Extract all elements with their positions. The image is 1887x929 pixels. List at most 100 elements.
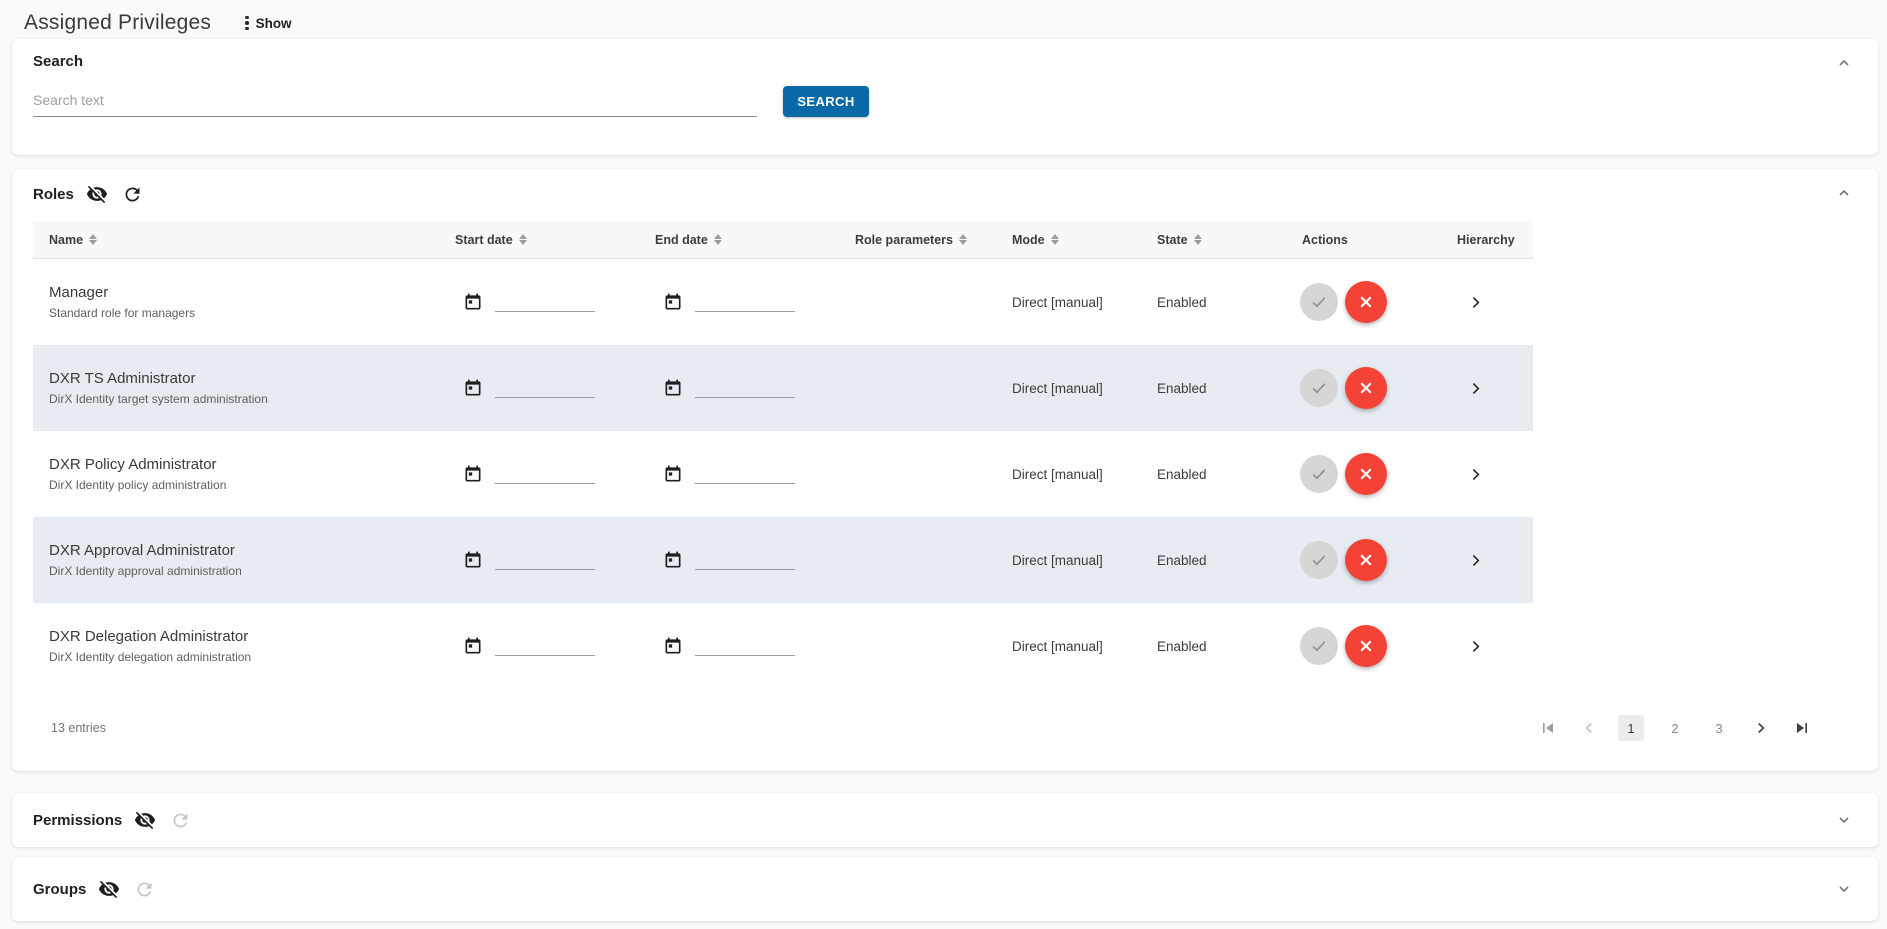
start-date-input[interactable] <box>495 378 595 398</box>
state-value: Enabled <box>1145 381 1290 396</box>
hierarchy-expand-button[interactable] <box>1465 636 1486 657</box>
start-date-input[interactable] <box>495 636 595 656</box>
start-date-picker-button[interactable] <box>461 378 485 398</box>
hierarchy-expand-button[interactable] <box>1465 464 1486 485</box>
check-icon <box>1309 378 1329 398</box>
end-date-input[interactable] <box>695 378 795 398</box>
first-page-button[interactable] <box>1536 716 1560 740</box>
roles-table: Name Start date End date Role parameters… <box>33 221 1533 689</box>
groups-collapse-button[interactable] <box>1832 877 1856 901</box>
end-date-picker-button[interactable] <box>661 378 685 398</box>
roles-hide-button[interactable] <box>84 183 110 205</box>
close-icon <box>1356 636 1376 656</box>
close-icon <box>1356 378 1376 398</box>
groups-section: Groups <box>12 857 1878 921</box>
start-date-picker-button[interactable] <box>461 292 485 312</box>
end-date-input[interactable] <box>695 464 795 484</box>
hierarchy-expand-button[interactable] <box>1465 292 1486 313</box>
check-icon <box>1309 464 1329 484</box>
permissions-collapse-button[interactable] <box>1832 808 1856 832</box>
start-date-input[interactable] <box>495 464 595 484</box>
role-description: DirX Identity approval administration <box>49 564 443 578</box>
previous-page-button[interactable] <box>1578 717 1600 739</box>
last-page-button[interactable] <box>1790 716 1814 740</box>
hierarchy-expand-button[interactable] <box>1465 378 1486 399</box>
close-icon <box>1356 550 1376 570</box>
groups-refresh-button[interactable] <box>132 879 157 900</box>
calendar-icon <box>663 378 683 398</box>
roles-section-title: Roles <box>33 186 74 203</box>
end-date-input[interactable] <box>695 292 795 312</box>
accept-button[interactable] <box>1300 455 1338 493</box>
hierarchy-expand-button[interactable] <box>1465 550 1486 571</box>
page-button-3[interactable]: 3 <box>1706 715 1732 741</box>
start-date-input[interactable] <box>495 550 595 570</box>
column-header-mode[interactable]: Mode <box>1000 233 1145 247</box>
table-row: DXR Policy Administrator DirX Identity p… <box>33 431 1533 517</box>
remove-button[interactable] <box>1345 539 1387 581</box>
close-icon <box>1356 464 1376 484</box>
column-header-role-parameters[interactable]: Role parameters <box>843 233 1000 247</box>
calendar-icon <box>463 550 483 570</box>
chevron-right-icon <box>1467 294 1484 311</box>
accept-button[interactable] <box>1300 541 1338 579</box>
column-header-name[interactable]: Name <box>33 233 443 247</box>
state-value: Enabled <box>1145 639 1290 654</box>
column-header-end-date[interactable]: End date <box>643 233 843 247</box>
roles-collapse-button[interactable] <box>1832 181 1856 205</box>
end-date-picker-button[interactable] <box>661 464 685 484</box>
roles-refresh-button[interactable] <box>120 184 145 205</box>
start-date-picker-button[interactable] <box>461 550 485 570</box>
entries-count: 13 entries <box>51 721 106 735</box>
end-date-picker-button[interactable] <box>661 636 685 656</box>
page-button-2[interactable]: 2 <box>1662 715 1688 741</box>
role-name: DXR Delegation Administrator <box>49 628 443 645</box>
end-date-picker-button[interactable] <box>661 550 685 570</box>
role-name: Manager <box>49 284 443 301</box>
end-date-picker-button[interactable] <box>661 292 685 312</box>
show-menu-button[interactable]: Show <box>245 16 292 31</box>
groups-hide-button[interactable] <box>96 878 122 900</box>
accept-button[interactable] <box>1300 627 1338 665</box>
show-menu-label: Show <box>256 16 292 31</box>
state-value: Enabled <box>1145 467 1290 482</box>
remove-button[interactable] <box>1345 625 1387 667</box>
calendar-icon <box>663 550 683 570</box>
roles-table-header: Name Start date End date Role parameters… <box>33 221 1533 259</box>
chevron-right-icon <box>1467 638 1484 655</box>
accept-button[interactable] <box>1300 369 1338 407</box>
check-icon <box>1309 636 1329 656</box>
role-description: DirX Identity target system administrati… <box>49 392 443 406</box>
start-date-picker-button[interactable] <box>461 636 485 656</box>
calendar-icon <box>463 292 483 312</box>
search-input[interactable] <box>33 86 757 117</box>
chevron-right-icon <box>1467 552 1484 569</box>
start-date-input[interactable] <box>495 292 595 312</box>
refresh-icon <box>122 184 143 205</box>
next-page-button[interactable] <box>1750 717 1772 739</box>
page-button-1[interactable]: 1 <box>1618 715 1644 741</box>
search-collapse-button[interactable] <box>1832 51 1856 75</box>
permissions-hide-button[interactable] <box>132 809 158 831</box>
permissions-refresh-button[interactable] <box>168 810 193 831</box>
chevron-up-icon <box>1836 185 1852 201</box>
calendar-icon <box>663 636 683 656</box>
groups-section-title: Groups <box>33 881 86 898</box>
end-date-input[interactable] <box>695 636 795 656</box>
sort-icon <box>519 234 527 245</box>
sort-icon <box>959 234 967 245</box>
remove-button[interactable] <box>1345 367 1387 409</box>
mode-value: Direct [manual] <box>1000 381 1145 396</box>
remove-button[interactable] <box>1345 453 1387 495</box>
role-description: DirX Identity policy administration <box>49 478 443 492</box>
accept-button[interactable] <box>1300 283 1338 321</box>
chevron-right-icon <box>1467 466 1484 483</box>
start-date-picker-button[interactable] <box>461 464 485 484</box>
end-date-input[interactable] <box>695 550 795 570</box>
remove-button[interactable] <box>1345 281 1387 323</box>
calendar-icon <box>663 464 683 484</box>
column-header-state[interactable]: State <box>1145 233 1290 247</box>
calendar-icon <box>463 378 483 398</box>
column-header-start-date[interactable]: Start date <box>443 233 643 247</box>
search-button[interactable]: SEARCH <box>783 86 869 117</box>
